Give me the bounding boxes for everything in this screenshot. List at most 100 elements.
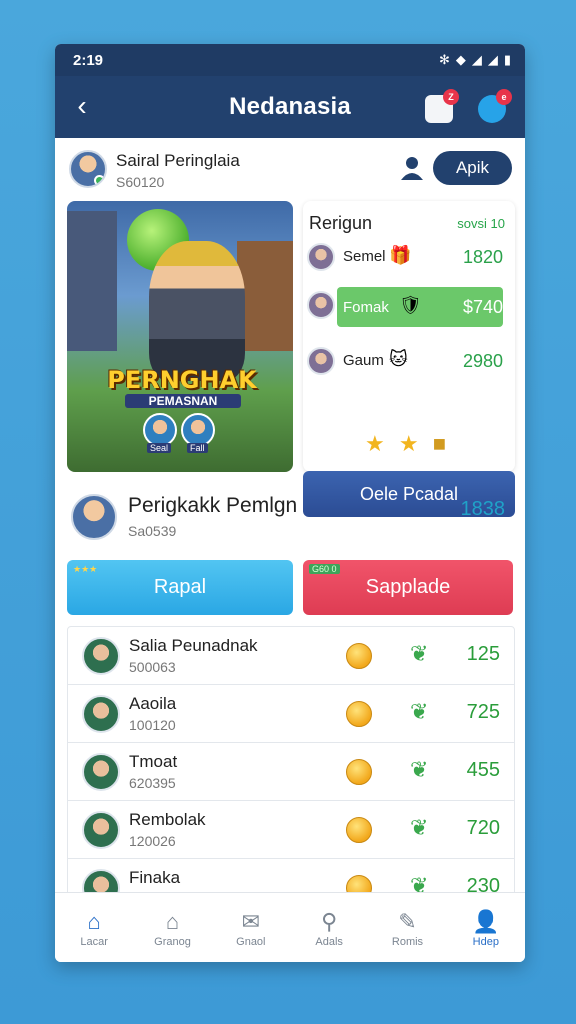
list-item-id: 120026 — [129, 833, 176, 849]
list-item[interactable]: Aaoila 100120 ❦ 725 — [68, 685, 514, 743]
ranking-panel: Rerigun sovsi 10 Semel 🎁 1820 Fomak 🛡 $7… — [303, 201, 515, 517]
profile-id: S60120 — [116, 174, 165, 190]
home-app-icon: ⌂ — [87, 908, 101, 934]
search-icon: ⚲ — [321, 908, 338, 934]
ranking-name: Fomak — [343, 299, 389, 316]
cat-icon: 🐱 — [389, 349, 408, 369]
leaf-icon: ❦ — [410, 699, 429, 724]
ranking-row-highlighted[interactable]: Fomak 🛡 $740 — [303, 287, 515, 327]
ranking-title: Rerigun — [309, 213, 373, 233]
status-time: 2:19 — [73, 51, 104, 69]
signal-icon: ◢ — [471, 52, 482, 67]
nav-item-lacar[interactable]: ⌂ Lacar — [55, 893, 133, 962]
shield-icon: 🛡 — [399, 295, 422, 315]
nav-label: Hdep — [472, 935, 499, 948]
rapal-label: Rapal — [153, 576, 207, 598]
ranking-value: 2980 — [462, 351, 503, 371]
battery-icon: ▮ — [503, 52, 511, 67]
list-item-id: 100120 — [129, 717, 176, 733]
building-art — [237, 241, 293, 351]
game-logo: PERNGHAK — [107, 366, 257, 394]
coin-icon — [346, 759, 372, 785]
list-item-id: 500063 — [129, 659, 176, 675]
avatar — [307, 243, 335, 271]
player-id: Sa0539 — [128, 523, 177, 539]
notification-icon[interactable]: Z — [425, 89, 459, 123]
building-art — [67, 211, 117, 351]
profile-name: Sairal Peringlaia — [116, 151, 240, 170]
coin-icon — [346, 701, 372, 727]
leaf-icon: ❦ — [410, 641, 429, 666]
leaf-icon: ❦ — [410, 815, 429, 840]
sapplade-label: Sapplade — [365, 576, 451, 598]
phone-screen: 2:19 ✻ ◆ ◢ ◢ ▮ ‹ Nedanasia Z e Sairal Pe… — [55, 44, 525, 962]
ranking-name: Gaum — [343, 352, 384, 369]
chat-badge: e — [496, 89, 512, 105]
edit-icon: ✎ — [398, 908, 417, 934]
nav-item-romis[interactable]: ✎ Romis — [368, 893, 446, 962]
star-tag: ★★★ — [73, 564, 98, 574]
list-item-value: 725 — [466, 701, 500, 723]
avatar — [82, 753, 120, 791]
nav-item-gnaol[interactable]: ✉ Gnaol — [212, 893, 290, 962]
user-icon[interactable] — [398, 154, 426, 182]
list-item-name: Tmoat — [129, 752, 178, 771]
avatar — [82, 811, 120, 849]
sapplade-button[interactable]: G60 0 Sapplade — [303, 560, 513, 615]
player-row[interactable]: Perigkakk Pemlgn Sa0539 1838 — [55, 484, 525, 554]
coin-icon — [346, 643, 372, 669]
coin-icon — [346, 817, 372, 843]
star-rating-icon: ★ ★ ■ — [365, 431, 450, 456]
nav-label: Gnaol — [236, 935, 266, 948]
profile-row: Sairal Peringlaia S60120 Apik — [55, 138, 525, 200]
rapal-button[interactable]: ★★★ Rapal — [67, 560, 293, 615]
ranking-row[interactable]: Semel 🎁 1820 — [303, 239, 515, 275]
game-logo-subtitle: PEMASNAN — [125, 394, 241, 408]
avatar — [82, 637, 120, 675]
mail-icon: ✉ — [241, 908, 261, 934]
bottom-nav: ⌂ Lacar ⌂ Granog ✉ Gnaol ⚲ Adals ✎ Romis… — [55, 892, 525, 962]
ranking-name: Semel — [343, 248, 386, 265]
ranking-row[interactable]: Gaum 🐱 2980 — [303, 343, 515, 379]
nav-item-granog[interactable]: ⌂ Granog — [133, 893, 211, 962]
status-icons: ✻ ◆ ◢ ◢ ▮ — [439, 52, 511, 68]
player-score: 1838 — [460, 498, 506, 520]
list-item-id: 620395 — [129, 775, 176, 791]
wifi-icon: ◆ — [455, 52, 466, 67]
ranking-subtitle: sovsi 10 — [457, 216, 505, 231]
list-item[interactable]: Rembolak 120026 ❦ 720 — [68, 801, 514, 859]
list-item-name: Rembolak — [129, 810, 206, 829]
apik-button[interactable]: Apik — [433, 151, 512, 185]
list-item-value: 455 — [466, 759, 500, 781]
nav-label: Adals — [315, 935, 343, 948]
list-item[interactable]: Tmoat 620395 ❦ 455 — [68, 743, 514, 801]
avatar[interactable] — [69, 150, 107, 188]
chat-icon[interactable]: e — [478, 89, 512, 123]
ranking-value: $740 — [462, 297, 503, 317]
back-arrow-icon[interactable]: ‹ — [67, 90, 97, 122]
nav-item-hdep[interactable]: 👤 Hdep — [447, 893, 525, 962]
house-icon: ⌂ — [165, 908, 180, 934]
mini-avatar-label: Fall — [187, 443, 208, 453]
person-icon: 👤 — [472, 908, 500, 934]
player-list: Salia Peunadnak 500063 ❦ 125 Aaoila 1001… — [67, 626, 515, 898]
list-item[interactable]: Salia Peunadnak 500063 ❦ 125 — [68, 627, 514, 685]
list-item-value: 125 — [466, 643, 500, 665]
chest-icon: 🎁 — [389, 245, 412, 265]
nav-label: Granog — [154, 935, 191, 948]
ranking-value: 1820 — [462, 247, 503, 267]
avatar — [82, 695, 120, 733]
player-name: Perigkakk Pemlgn — [128, 494, 298, 517]
hero-character-art — [149, 241, 245, 381]
nav-item-adals[interactable]: ⚲ Adals — [290, 893, 368, 962]
list-item-name: Salia Peunadnak — [129, 636, 258, 655]
app-header: ‹ Nedanasia Z e — [55, 76, 525, 138]
status-bar: 2:19 ✻ ◆ ◢ ◢ ▮ — [55, 44, 525, 76]
list-item-value: 720 — [466, 817, 500, 839]
game-banner[interactable]: PERNGHAK PEMASNAN Seal Fall — [67, 201, 293, 472]
settings-icon: ✻ — [438, 52, 450, 67]
leaf-icon: ❦ — [410, 757, 429, 782]
mini-avatar-label: Seal — [147, 443, 172, 453]
nav-label: Romis — [391, 935, 424, 948]
nav-label: Lacar — [80, 935, 108, 948]
